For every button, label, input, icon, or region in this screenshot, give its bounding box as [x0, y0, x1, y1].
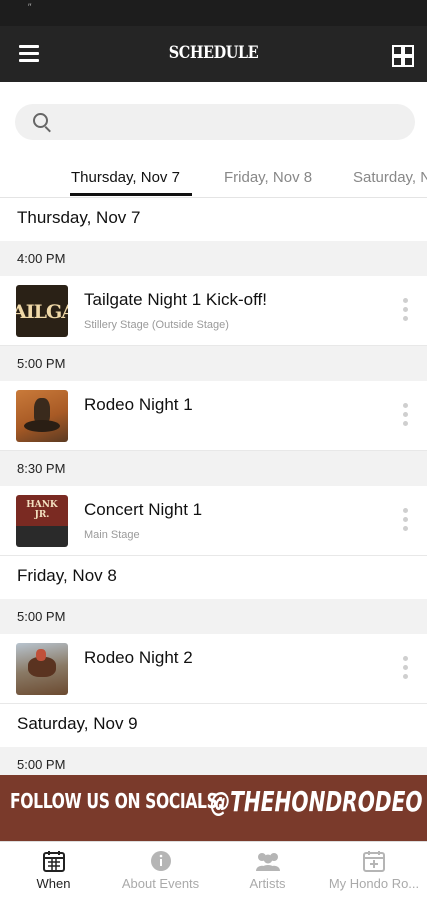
time-header: 5:00 PM: [0, 599, 427, 634]
event-title: Concert Night 1: [84, 500, 203, 519]
event-title: Tailgate Night 1 Kick-off!: [84, 290, 267, 309]
tab-friday[interactable]: Friday, Nov 8: [224, 169, 312, 186]
nav-label: When: [36, 876, 71, 891]
nav-label: About Events: [121, 876, 200, 891]
event-thumbnail: HANK JR.: [16, 495, 68, 547]
tab-saturday[interactable]: Saturday, Nov 9: [353, 169, 427, 186]
day-header: Friday, Nov 8: [0, 556, 427, 599]
event-title: Rodeo Night 1: [84, 395, 193, 414]
more-options-icon[interactable]: [401, 508, 409, 534]
status-indicator-icon: ′′: [28, 2, 32, 12]
time-header: 5:00 PM: [0, 346, 427, 381]
event-venue: Main Stage: [84, 529, 140, 541]
grid-view-icon[interactable]: [392, 45, 414, 67]
app-bar: SCHEDULE: [0, 26, 427, 82]
nav-my-hondo[interactable]: My Hondo Ro...: [321, 842, 427, 901]
event-thumbnail: [16, 643, 68, 695]
nav-label: My Hondo Ro...: [328, 876, 420, 891]
time-header: 4:00 PM: [0, 241, 427, 276]
day-header: Thursday, Nov 7: [0, 198, 427, 241]
nav-about-events[interactable]: About Events: [107, 842, 214, 901]
info-icon: [150, 851, 171, 871]
search-icon: [33, 113, 48, 128]
banner-handle: @THEHONDRODEO: [210, 785, 423, 818]
more-options-icon[interactable]: [401, 403, 409, 429]
nav-artists[interactable]: Artists: [214, 842, 321, 901]
event-title: Rodeo Night 2: [84, 648, 193, 667]
status-bar: ′′: [0, 0, 427, 26]
banner-text: FOLLOW US ON SOCIALS:: [10, 789, 224, 813]
page-title: SCHEDULE: [168, 43, 259, 63]
bottom-nav: When About Events Artists My Hondo Ro...: [0, 841, 427, 901]
event-thumbnail: [16, 390, 68, 442]
time-header: 8:30 PM: [0, 451, 427, 486]
list-item[interactable]: Rodeo Night 2: [0, 634, 427, 704]
nav-label: Artists: [249, 876, 286, 891]
active-tab-indicator: [70, 193, 192, 196]
more-options-icon[interactable]: [401, 298, 409, 324]
day-tabs: Thursday, Nov 7 Friday, Nov 8 Saturday, …: [0, 155, 427, 198]
calendar-icon: [42, 851, 65, 872]
list-item[interactable]: Rodeo Night 1: [0, 381, 427, 451]
day-header: Saturday, Nov 9: [0, 704, 427, 747]
schedule-list[interactable]: Thursday, Nov 7 4:00 PM AILGA Tailgate N…: [0, 198, 427, 782]
list-item[interactable]: HANK JR. Concert Night 1 Main Stage: [0, 486, 427, 556]
people-icon: [255, 853, 280, 871]
calendar-add-icon: [363, 851, 385, 872]
event-venue: Stillery Stage (Outside Stage): [84, 319, 229, 331]
more-options-icon[interactable]: [401, 656, 409, 682]
list-item[interactable]: AILGA Tailgate Night 1 Kick-off! Stiller…: [0, 276, 427, 346]
search-input[interactable]: [63, 104, 407, 142]
nav-when[interactable]: When: [0, 842, 107, 901]
social-banner[interactable]: FOLLOW US ON SOCIALS: @THEHONDRODEO: [0, 775, 427, 841]
tab-thursday[interactable]: Thursday, Nov 7: [71, 169, 180, 186]
event-thumbnail: AILGA: [16, 285, 68, 337]
search-bar[interactable]: [15, 104, 415, 142]
